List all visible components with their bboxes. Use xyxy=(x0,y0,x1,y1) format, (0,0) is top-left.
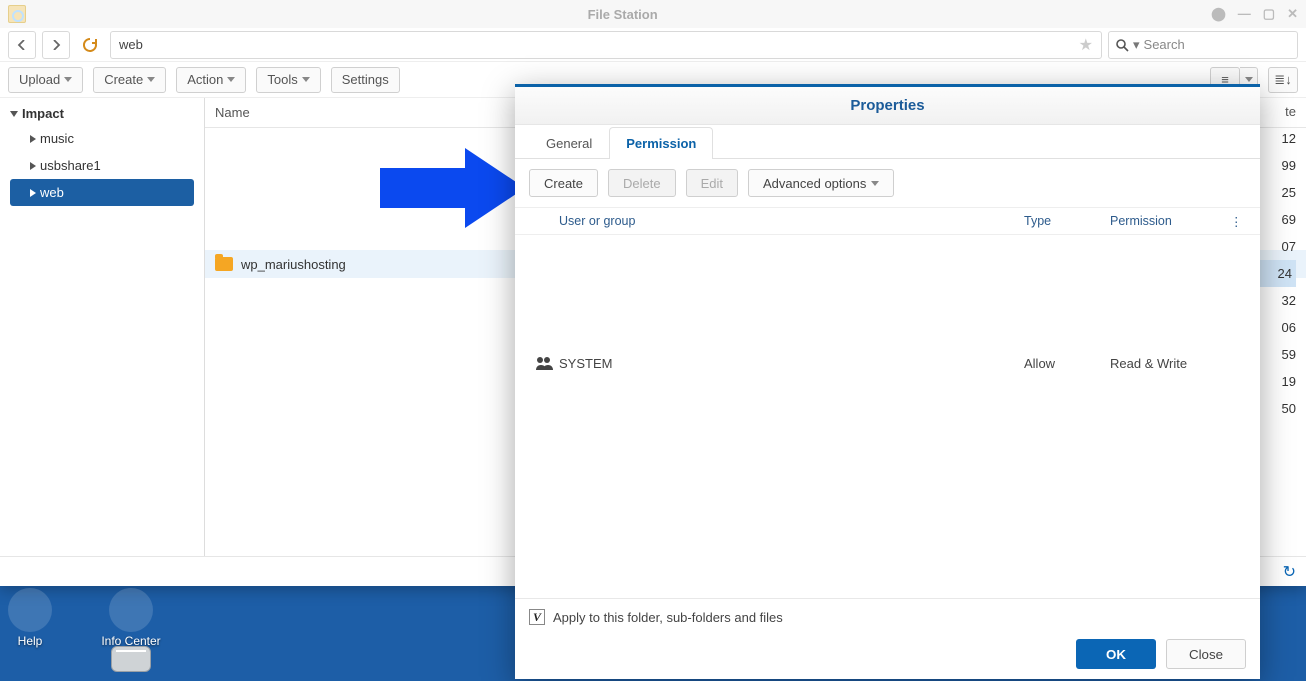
dialog-tabs: General Permission xyxy=(515,125,1260,159)
col-permission[interactable]: Permission xyxy=(1110,214,1230,228)
app-icon xyxy=(8,5,26,23)
folder-icon xyxy=(215,257,233,271)
row-type: Allow xyxy=(1024,356,1110,371)
desktop-icon-help[interactable]: Help xyxy=(0,588,60,648)
window-controls: ⬤ — ▢ ✕ xyxy=(1211,6,1298,22)
dialog-title: Properties xyxy=(515,87,1260,125)
dialog-toolbar: Create Delete Edit Advanced options xyxy=(515,159,1260,207)
checkbox-checked-icon[interactable]: V xyxy=(529,609,545,625)
chevron-right-icon xyxy=(30,135,36,143)
action-button[interactable]: Action xyxy=(176,67,246,93)
perm-edit-button[interactable]: Edit xyxy=(686,169,738,197)
col-type[interactable]: Type xyxy=(1024,214,1110,228)
favorite-star-icon[interactable]: ★ xyxy=(1079,35,1093,55)
apply-checkbox-row[interactable]: V Apply to this folder, sub-folders and … xyxy=(529,609,1246,625)
search-box[interactable]: ▾ Search xyxy=(1108,31,1298,59)
col-menu-icon[interactable]: ⋮ xyxy=(1230,214,1246,229)
search-icon xyxy=(1115,38,1129,52)
col-user-or-group[interactable]: User or group xyxy=(559,214,1024,228)
nav-row: web ★ ▾ Search xyxy=(0,28,1306,62)
minimize-icon[interactable]: — xyxy=(1238,6,1251,22)
perm-advanced-button[interactable]: Advanced options xyxy=(748,169,894,197)
group-icon xyxy=(535,356,553,370)
permission-table-body: SYSTEM Allow Read & Write xyxy=(515,235,1260,598)
tab-permission[interactable]: Permission xyxy=(609,127,713,159)
item-name: wp_mariushosting xyxy=(241,257,346,272)
desktop-icon-info-center[interactable]: Info Center xyxy=(96,588,166,648)
perm-create-button[interactable]: Create xyxy=(529,169,598,197)
dialog-footer: V Apply to this folder, sub-folders and … xyxy=(515,598,1260,679)
close-icon[interactable]: ✕ xyxy=(1287,6,1298,22)
row-name: SYSTEM xyxy=(559,356,612,371)
chevron-right-icon xyxy=(30,162,36,170)
apply-label: Apply to this folder, sub-folders and fi… xyxy=(553,610,783,625)
properties-dialog: Properties General Permission Create Del… xyxy=(515,84,1260,679)
chevron-down-icon xyxy=(10,111,18,117)
chevron-down-icon xyxy=(227,77,235,82)
table-row[interactable]: SYSTEM Allow Read & Write xyxy=(529,345,1246,381)
create-button[interactable]: Create xyxy=(93,67,166,93)
perm-delete-button[interactable]: Delete xyxy=(608,169,676,197)
settings-button[interactable]: Settings xyxy=(331,67,400,93)
tree-item-usbshare1[interactable]: usbshare1 xyxy=(0,152,204,179)
tree-item-web[interactable]: web xyxy=(10,179,194,206)
back-button[interactable] xyxy=(8,31,36,59)
help-icon xyxy=(8,588,52,632)
sort-button[interactable]: ≣↓ xyxy=(1268,67,1298,93)
path-input[interactable]: web ★ xyxy=(110,31,1102,59)
chevron-down-icon xyxy=(147,77,155,82)
column-name: Name xyxy=(215,105,250,120)
drive-icon xyxy=(111,646,151,672)
chevron-down-icon xyxy=(871,181,879,186)
close-button[interactable]: Close xyxy=(1166,639,1246,669)
upload-button[interactable]: Upload xyxy=(8,67,83,93)
chevron-down-icon xyxy=(302,77,310,82)
refresh-icon[interactable]: ↻ xyxy=(1283,562,1296,582)
tab-general[interactable]: General xyxy=(529,127,609,159)
row-permission: Read & Write xyxy=(1110,356,1230,371)
titlebar: File Station ⬤ — ▢ ✕ xyxy=(0,0,1306,28)
search-placeholder: Search xyxy=(1144,37,1185,52)
forward-button[interactable] xyxy=(42,31,70,59)
folder-tree: Impact music usbshare1 web xyxy=(0,98,205,556)
pin-icon[interactable]: ⬤ xyxy=(1211,6,1226,22)
path-value: web xyxy=(119,37,143,52)
ok-button[interactable]: OK xyxy=(1076,639,1156,669)
permission-table-header: User or group Type Permission ⋮ xyxy=(515,207,1260,235)
maximize-icon[interactable]: ▢ xyxy=(1263,6,1275,22)
chevron-down-icon xyxy=(64,77,72,82)
tree-item-music[interactable]: music xyxy=(0,125,204,152)
chevron-right-icon xyxy=(30,189,36,197)
size-column-fragment: te 12 99 25 69 07 24 32 06 59 19 50 xyxy=(1260,98,1306,422)
column-fragment-header: te xyxy=(1285,98,1296,125)
reload-button[interactable] xyxy=(76,31,104,59)
annotation-arrow xyxy=(370,140,530,240)
desktop-icon-drive[interactable] xyxy=(96,646,166,672)
tools-button[interactable]: Tools xyxy=(256,67,320,93)
tree-root-impact[interactable]: Impact xyxy=(0,102,204,125)
info-icon xyxy=(109,588,153,632)
window-title: File Station xyxy=(34,7,1211,22)
